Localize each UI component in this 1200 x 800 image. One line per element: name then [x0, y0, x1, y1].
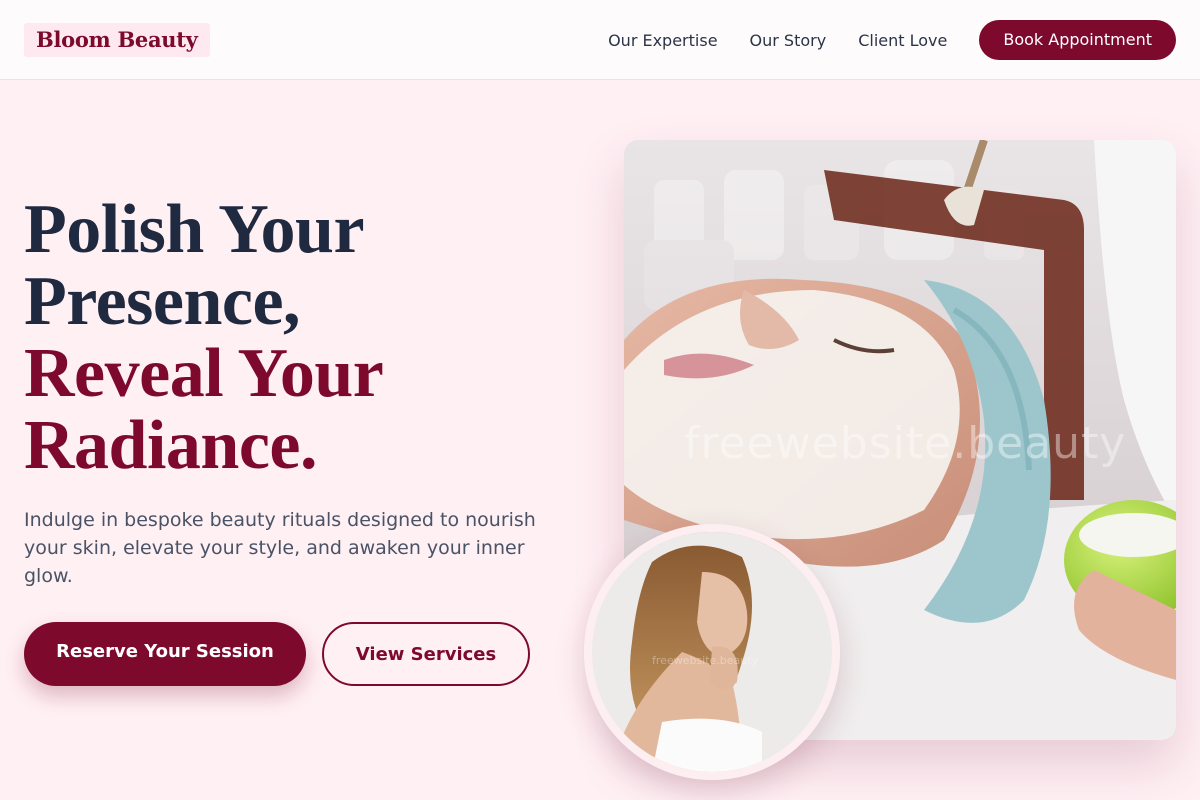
headline-line-1: Polish Your: [24, 191, 365, 268]
book-appointment-button[interactable]: Book Appointment: [979, 20, 1176, 60]
view-services-button[interactable]: View Services: [322, 622, 530, 686]
image-watermark: freewebsite.beauty: [684, 418, 1127, 469]
hero-headline: Polish Your Presence, Reveal Your Radian…: [24, 194, 584, 482]
brand-logo[interactable]: Bloom Beauty: [24, 23, 210, 57]
headline-line-3: Reveal Your: [24, 335, 384, 412]
nav-link-our-expertise[interactable]: Our Expertise: [608, 31, 717, 50]
nav-link-our-story[interactable]: Our Story: [750, 31, 827, 50]
headline-line-4: Radiance.: [24, 407, 318, 484]
portrait-illustration: [592, 532, 832, 772]
reserve-session-button[interactable]: Reserve Your Session: [24, 622, 306, 686]
portrait-image: freewebsite.beauty: [584, 524, 840, 780]
nav-link-client-love[interactable]: Client Love: [858, 31, 947, 50]
main-nav: Our Expertise Our Story Client Love Book…: [608, 20, 1176, 60]
hero-subtext: Indulge in bespoke beauty rituals design…: [24, 509, 536, 587]
site-header: Bloom Beauty Our Expertise Our Story Cli…: [0, 0, 1200, 80]
headline-line-2: Presence,: [24, 263, 301, 340]
portrait-watermark: freewebsite.beauty: [652, 654, 759, 667]
